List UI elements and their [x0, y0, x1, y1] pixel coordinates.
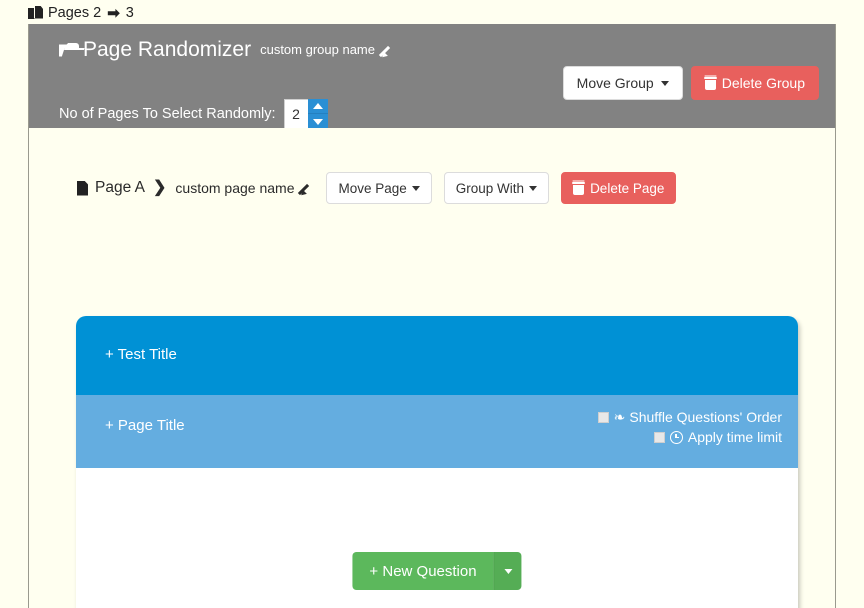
- pages-count-input[interactable]: [284, 99, 308, 129]
- new-question-group: + New Question: [352, 552, 521, 590]
- breadcrumb-pages-label: Pages 2: [48, 6, 101, 21]
- file-icon: [77, 181, 88, 196]
- apply-time-limit-checkbox[interactable]: [654, 432, 665, 443]
- group-header: Page Randomizer custom group name No of …: [29, 24, 835, 128]
- page-title-label[interactable]: + Page Title: [105, 418, 185, 433]
- card-page-header: + Page Title ❧ Shuffle Questions' Order …: [76, 395, 798, 468]
- question-card: + Test Title + Page Title ❧ Shuffle Ques…: [76, 316, 798, 608]
- group-panel: Page Randomizer custom group name No of …: [28, 24, 836, 608]
- page-row: Page A ❯ custom page name Move Page Grou…: [77, 172, 676, 204]
- shuffle-icon: ❧: [614, 410, 626, 424]
- group-with-label: Group With: [456, 181, 524, 196]
- randomly-label: No of Pages To Select Randomly:: [59, 107, 276, 122]
- arrow-right-icon: ➡: [107, 6, 120, 21]
- shuffle-questions-option[interactable]: ❧ Shuffle Questions' Order: [598, 410, 782, 424]
- chevron-down-icon: [504, 569, 512, 574]
- pages-breadcrumb: Pages 2 ➡ 3: [28, 2, 134, 24]
- caret-down-icon: [313, 119, 323, 125]
- test-title-label[interactable]: + Test Title: [105, 347, 177, 362]
- stepper-increment-button[interactable]: [308, 99, 328, 114]
- group-title-row: Page Randomizer custom group name: [59, 39, 395, 60]
- delete-page-button[interactable]: Delete Page: [561, 172, 676, 204]
- group-title: Page Randomizer: [83, 39, 251, 60]
- trash-icon: [705, 77, 716, 90]
- stepper-buttons: [308, 99, 328, 129]
- group-with-button[interactable]: Group With: [444, 172, 549, 204]
- apply-time-limit-option[interactable]: Apply time limit: [654, 430, 782, 444]
- edit-group-name-pencil-icon[interactable]: [381, 43, 395, 57]
- chevron-right-icon: ❯: [153, 180, 166, 196]
- folder-open-icon: [59, 42, 81, 58]
- move-group-label: Move Group: [577, 75, 654, 91]
- shuffle-questions-checkbox[interactable]: [598, 412, 609, 423]
- delete-group-button[interactable]: Delete Group: [691, 66, 819, 100]
- randomly-row: No of Pages To Select Randomly:: [59, 99, 328, 129]
- move-group-button[interactable]: Move Group: [563, 66, 683, 100]
- chevron-down-icon: [529, 186, 537, 191]
- page-custom-name: custom page name: [175, 181, 294, 195]
- delete-page-label: Delete Page: [590, 181, 664, 196]
- pages-count-stepper[interactable]: [284, 99, 328, 129]
- card-content: + New Question: [76, 468, 798, 608]
- chevron-down-icon: [661, 81, 669, 86]
- group-body: Page A ❯ custom page name Move Page Grou…: [29, 128, 835, 608]
- new-question-button[interactable]: + New Question: [352, 552, 493, 590]
- delete-group-label: Delete Group: [722, 75, 805, 91]
- apply-time-limit-label: Apply time limit: [688, 430, 782, 444]
- move-page-button[interactable]: Move Page: [326, 172, 431, 204]
- group-custom-name: custom group name: [260, 43, 375, 56]
- group-actions: Move Group Delete Group: [563, 66, 819, 100]
- page-label: Page A: [95, 180, 145, 196]
- files-icon: [28, 6, 42, 21]
- breadcrumb-pages-value: 3: [126, 6, 134, 21]
- trash-icon: [573, 182, 584, 195]
- new-question-dropdown-button[interactable]: [494, 552, 522, 590]
- move-page-label: Move Page: [338, 181, 406, 196]
- app-screen: Pages 2 ➡ 3 Page Randomizer custom group…: [0, 0, 864, 608]
- edit-page-name-pencil-icon[interactable]: [300, 181, 314, 195]
- caret-up-icon: [313, 103, 323, 109]
- chevron-down-icon: [412, 186, 420, 191]
- card-test-header[interactable]: + Test Title: [76, 316, 798, 395]
- clock-icon: [670, 431, 683, 444]
- stepper-decrement-button[interactable]: [308, 114, 328, 129]
- card-options: ❧ Shuffle Questions' Order Apply time li…: [598, 410, 782, 444]
- shuffle-questions-label: Shuffle Questions' Order: [629, 410, 782, 424]
